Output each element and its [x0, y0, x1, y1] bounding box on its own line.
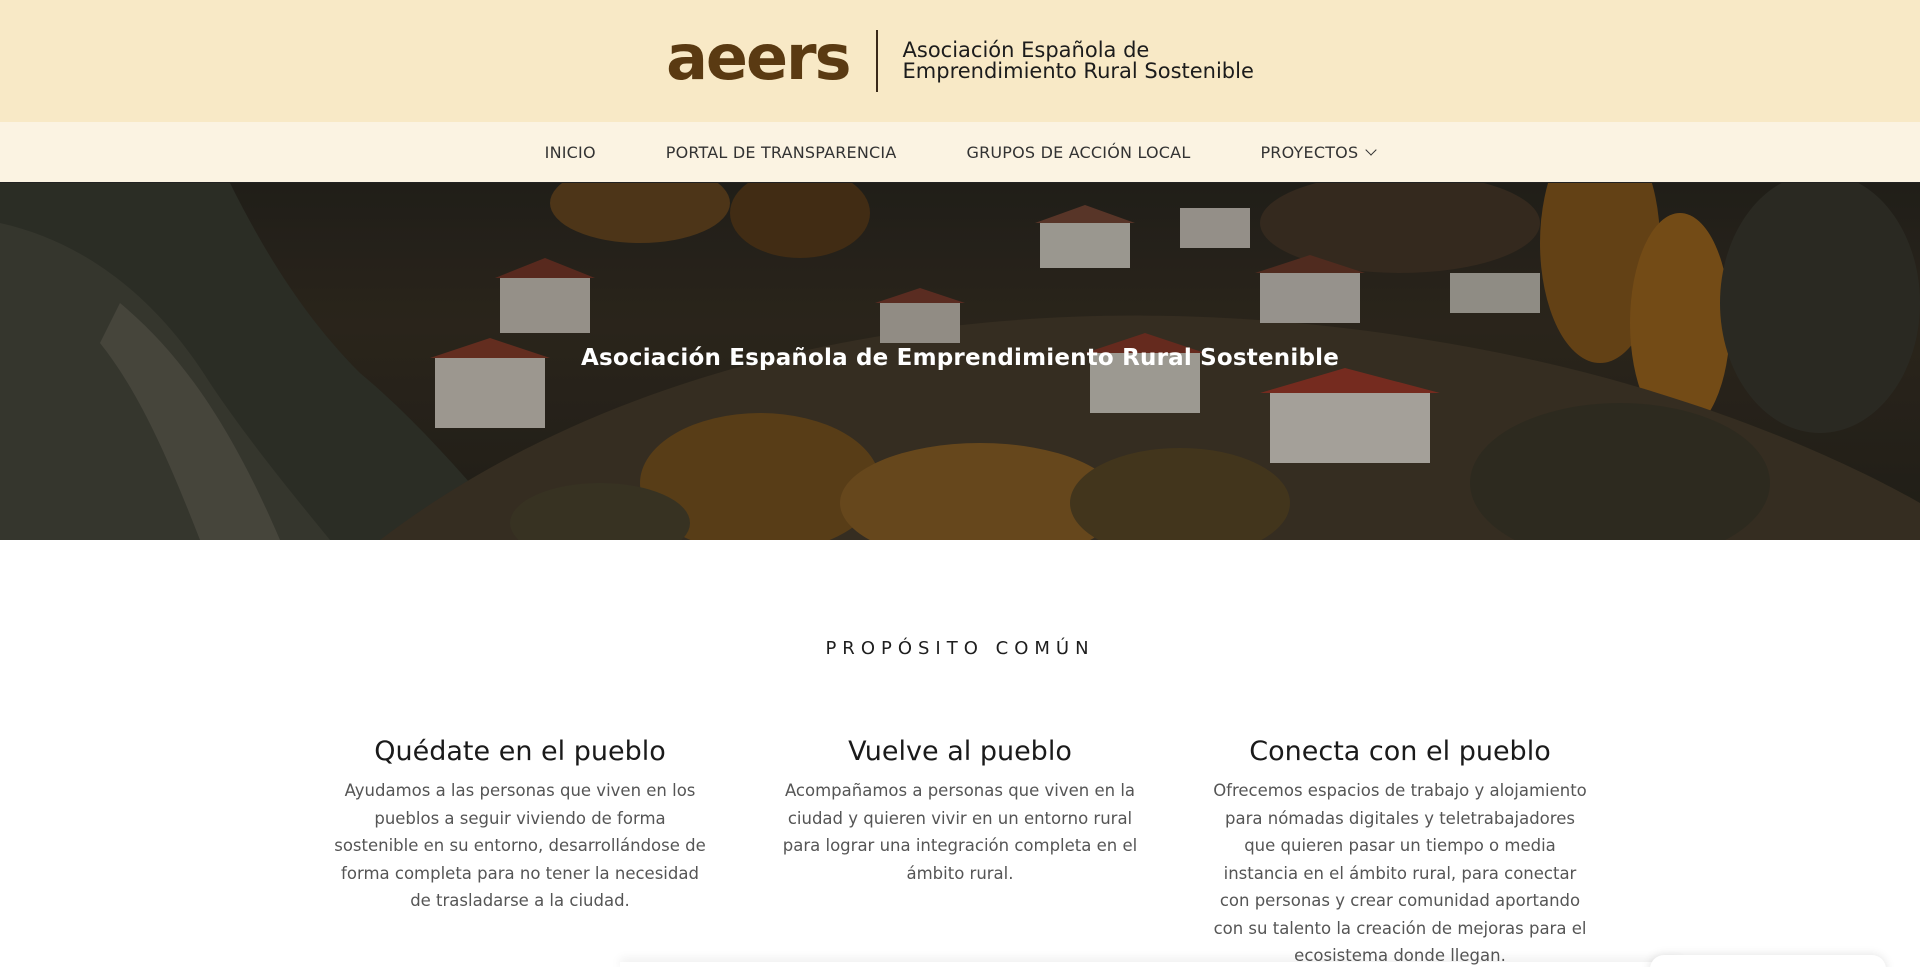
hero-banner: Asociación Española de Emprendimiento Ru… [0, 183, 1920, 540]
site-header: aeers Asociación Española de Emprendimie… [0, 0, 1920, 122]
section-label-proposito-comun: PROPÓSITO COMÚN [825, 638, 1095, 659]
content-card-edge [620, 962, 1680, 967]
org-name-line2: Emprendimiento Rural Sostenible [902, 59, 1254, 83]
purpose-column-vuelve: Vuelve al pueblo Acompañamos a personas … [770, 736, 1150, 887]
column-title: Conecta con el pueblo [1249, 736, 1551, 767]
nav-item-label: PORTAL DE TRANSPARENCIA [665, 142, 897, 162]
brand[interactable]: aeers Asociación Española de Emprendimie… [666, 27, 1254, 92]
nav-item-proyectos[interactable]: PROYECTOS [1260, 142, 1377, 162]
column-text: Acompañamos a personas que viven en la c… [782, 781, 1138, 883]
hero-title: Asociación Española de Emprendimiento Ru… [581, 345, 1339, 371]
column-text: Ofrecemos espacios de trabajo y alojamie… [1213, 781, 1587, 965]
org-name-line1: Asociación Española de [902, 38, 1150, 62]
logo[interactable]: aeers [666, 27, 875, 89]
org-name: Asociación Española de Emprendimiento Ru… [878, 40, 1254, 82]
purpose-column-conecta: Conecta con el pueblo Ofrecemos espacios… [1210, 736, 1590, 967]
nav-item-portal-transparencia[interactable]: PORTAL DE TRANSPARENCIA [666, 143, 897, 162]
nav-item-inicio[interactable]: INICIO [545, 143, 596, 162]
nav-item-label: GRUPOS DE ACCIÓN LOCAL [966, 142, 1191, 162]
purpose-column-quedate: Quédate en el pueblo Ayudamos a las pers… [330, 736, 710, 915]
nav-item-label: INICIO [544, 142, 596, 162]
nav-item-label: PROYECTOS [1260, 142, 1359, 162]
nav-item-grupos-accion-local[interactable]: GRUPOS DE ACCIÓN LOCAL [966, 143, 1190, 162]
main-nav: INICIO PORTAL DE TRANSPARENCIA GRUPOS DE… [0, 122, 1920, 183]
chat-widget[interactable] [1650, 955, 1886, 967]
column-text: Ayudamos a las personas que viven en los… [334, 781, 706, 910]
chevron-down-icon [1365, 143, 1377, 156]
column-title: Quédate en el pueblo [374, 736, 666, 767]
column-title: Vuelve al pueblo [848, 736, 1072, 767]
